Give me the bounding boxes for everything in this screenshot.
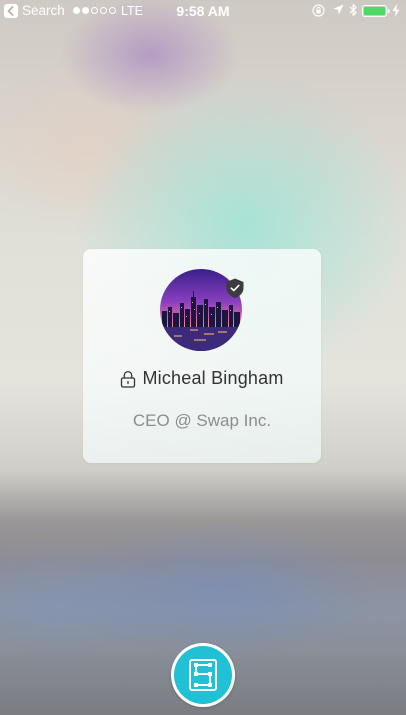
lock-icon <box>121 370 136 388</box>
bluetooth-icon <box>349 3 357 17</box>
battery-icon <box>362 5 390 17</box>
rotation-lock-icon <box>312 4 325 17</box>
clock: 9:58 AM <box>176 3 230 19</box>
swap-logo-icon <box>189 659 217 691</box>
shield-check-icon <box>226 278 244 298</box>
swap-button[interactable] <box>171 643 235 707</box>
profile-name: Micheal Bingham <box>142 368 284 388</box>
status-bar: Search LTE 9:58 AM <box>0 0 406 22</box>
charging-bolt-icon <box>392 4 400 17</box>
profile-title: CEO @ Swap Inc. <box>132 411 272 430</box>
profile-card[interactable]: Micheal Bingham CEO @ Swap Inc. <box>83 249 321 463</box>
location-arrow-icon <box>333 4 344 15</box>
name-row: Micheal Bingham <box>83 368 321 389</box>
